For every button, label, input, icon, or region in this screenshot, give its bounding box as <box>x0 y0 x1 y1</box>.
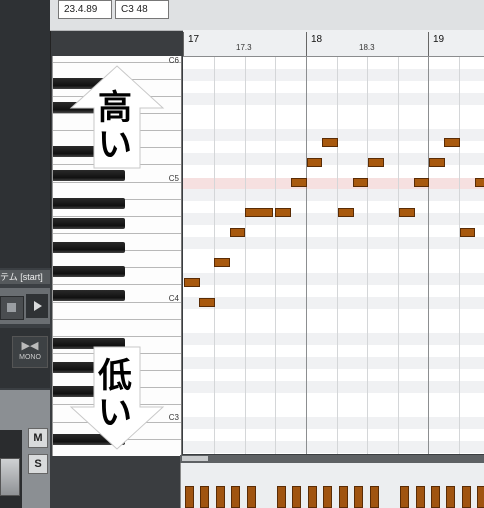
velocity-bar[interactable] <box>292 486 301 508</box>
velocity-bar[interactable] <box>216 486 225 508</box>
mono-label: MONO <box>19 354 41 361</box>
timeline-ruler[interactable]: 17 17.3 18 18.3 19 <box>183 30 484 57</box>
midi-note[interactable] <box>245 208 273 217</box>
velocity-bar[interactable] <box>354 486 363 508</box>
velocity-bar[interactable] <box>477 486 484 508</box>
velocity-bar[interactable] <box>323 486 332 508</box>
black-key[interactable] <box>53 198 125 209</box>
midi-note[interactable] <box>460 228 475 237</box>
velocity-bar[interactable] <box>308 486 317 508</box>
play-icon[interactable] <box>26 294 48 318</box>
annotation-high: 高い <box>98 88 132 165</box>
solo-button[interactable]: S <box>28 454 48 474</box>
black-key[interactable] <box>53 266 125 277</box>
key-label-c3: C3 <box>168 413 179 422</box>
key-label-c6: C6 <box>168 56 179 65</box>
velocity-bar[interactable] <box>247 486 256 508</box>
note-readout[interactable]: C3 48 <box>115 0 169 19</box>
velocity-bar[interactable] <box>185 486 194 508</box>
black-key[interactable] <box>53 242 125 253</box>
bar-number: 17 <box>188 34 200 45</box>
midi-note[interactable] <box>322 138 338 147</box>
midi-note[interactable] <box>368 158 384 167</box>
bar-number: 18 <box>311 34 323 45</box>
piano-roll-grid[interactable] <box>183 57 484 454</box>
velocity-bar[interactable] <box>231 486 240 508</box>
velocity-bar[interactable] <box>370 486 379 508</box>
ruler-tick <box>183 32 184 56</box>
mute-button[interactable]: M <box>28 428 48 448</box>
velocity-bar[interactable] <box>277 486 286 508</box>
bar-number: 19 <box>433 34 445 45</box>
mono-button[interactable]: ▶◀ MONO <box>12 336 48 368</box>
midi-note[interactable] <box>414 178 429 187</box>
stop-icon[interactable] <box>0 296 24 320</box>
beat-number: 18.3 <box>359 43 375 52</box>
position-readout[interactable]: 23.4.89 <box>58 0 112 19</box>
black-key[interactable] <box>53 170 125 181</box>
midi-note[interactable] <box>199 298 215 307</box>
ruler-tick <box>428 32 429 56</box>
key-label-c5: C5 <box>168 174 179 183</box>
velocity-bar[interactable] <box>200 486 209 508</box>
midi-note[interactable] <box>338 208 354 217</box>
midi-note[interactable] <box>475 178 484 187</box>
key-label-c4: C4 <box>168 294 179 303</box>
volume-fader[interactable] <box>0 458 20 496</box>
scrollbar-thumb[interactable] <box>182 456 208 461</box>
midi-note[interactable] <box>230 228 245 237</box>
ruler-tick <box>306 32 307 56</box>
velocity-bar[interactable] <box>339 486 348 508</box>
annotation-low: 低い <box>98 356 132 433</box>
track-area <box>0 0 51 268</box>
midi-note[interactable] <box>444 138 460 147</box>
beat-number: 17.3 <box>236 43 252 52</box>
midi-note[interactable] <box>214 258 230 267</box>
track-name-label: テム [start] <box>0 270 50 284</box>
midi-note[interactable] <box>429 158 445 167</box>
midi-note[interactable] <box>399 208 415 217</box>
black-key[interactable] <box>53 218 125 229</box>
c5-row-highlight <box>183 178 484 189</box>
velocity-bar[interactable] <box>446 486 455 508</box>
midi-note[interactable] <box>184 278 200 287</box>
horizontal-scrollbar[interactable] <box>180 455 484 463</box>
velocity-lane[interactable] <box>180 463 484 508</box>
black-key[interactable] <box>53 290 125 301</box>
velocity-bar[interactable] <box>400 486 409 508</box>
velocity-bar[interactable] <box>462 486 471 508</box>
midi-note[interactable] <box>291 178 307 187</box>
velocity-bar[interactable] <box>431 486 440 508</box>
midi-note[interactable] <box>275 208 291 217</box>
midi-note[interactable] <box>353 178 368 187</box>
mono-icon: ▶◀ <box>21 340 39 352</box>
velocity-bar[interactable] <box>416 486 425 508</box>
midi-note[interactable] <box>307 158 322 167</box>
